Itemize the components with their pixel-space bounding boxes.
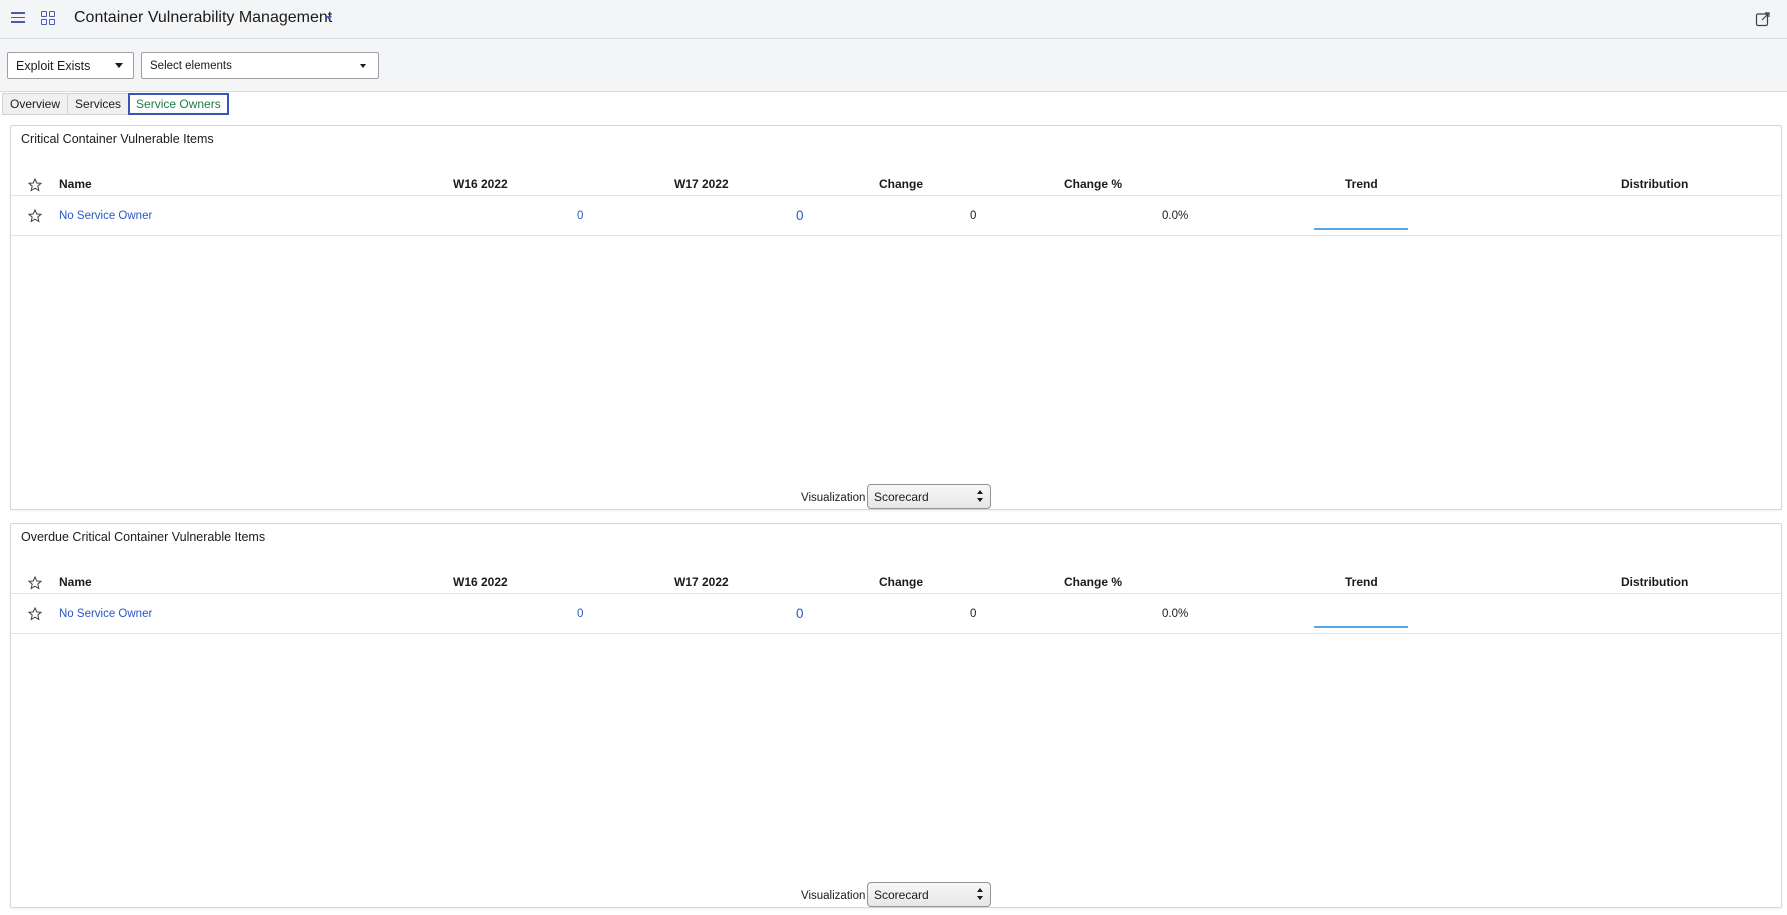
row-name-link[interactable]: No Service Owner bbox=[59, 210, 152, 222]
table-row: No Service Owner 0 0 0 0.0% bbox=[11, 198, 1781, 236]
tab-services[interactable]: Services bbox=[67, 93, 130, 115]
row-change-pct-value: 0.0% bbox=[1162, 210, 1189, 222]
visualization-value: Scorecard bbox=[874, 490, 929, 504]
trend-sparkline[interactable] bbox=[1314, 228, 1408, 230]
top-header: Container Vulnerability Management bbox=[0, 0, 1787, 39]
table-header: Name W16 2022 W17 2022 Change Change % T… bbox=[11, 174, 1781, 196]
column-header-change[interactable]: Change bbox=[879, 177, 923, 191]
menu-icon[interactable] bbox=[11, 12, 25, 26]
column-header-change-pct[interactable]: Change % bbox=[1064, 177, 1122, 191]
select-arrows-icon bbox=[977, 490, 983, 502]
row-name-link[interactable]: No Service Owner bbox=[59, 608, 152, 620]
panel-title: Overdue Critical Container Vulnerable It… bbox=[21, 530, 266, 544]
visualization-select[interactable]: Scorecard bbox=[867, 484, 991, 509]
table-header: Name W16 2022 W17 2022 Change Change % T… bbox=[11, 572, 1781, 594]
filter-bar: Exploit Exists Select elements bbox=[0, 39, 1787, 92]
visualization-label: Visualization bbox=[801, 492, 866, 504]
row-change-pct-value: 0.0% bbox=[1162, 608, 1189, 620]
column-header-w16[interactable]: W16 2022 bbox=[453, 177, 508, 191]
column-header-change[interactable]: Change bbox=[879, 575, 923, 589]
row-w17-value[interactable]: 0 bbox=[796, 208, 804, 223]
star-icon[interactable] bbox=[28, 209, 42, 223]
page-title: Container Vulnerability Management bbox=[74, 9, 333, 26]
export-icon[interactable] bbox=[1755, 11, 1771, 27]
row-w17-value[interactable]: 0 bbox=[796, 606, 804, 621]
table-row: No Service Owner 0 0 0 0.0% bbox=[11, 596, 1781, 634]
row-w16-value[interactable]: 0 bbox=[577, 608, 583, 620]
caret-down-icon bbox=[115, 63, 123, 68]
column-header-change-pct[interactable]: Change % bbox=[1064, 575, 1122, 589]
scorecard-panel-critical: Critical Container Vulnerable Items Name… bbox=[10, 125, 1782, 510]
star-icon[interactable] bbox=[28, 576, 42, 590]
select-arrows-icon bbox=[977, 888, 983, 900]
column-header-distribution: Distribution bbox=[1621, 177, 1689, 191]
elements-multiselect[interactable]: Select elements bbox=[141, 52, 379, 79]
column-header-name[interactable]: Name bbox=[59, 575, 92, 589]
column-header-w16[interactable]: W16 2022 bbox=[453, 575, 508, 589]
visualization-label: Visualization bbox=[801, 890, 866, 902]
column-header-distribution: Distribution bbox=[1621, 575, 1689, 589]
apps-grid-icon[interactable] bbox=[41, 11, 56, 26]
row-change-value: 0 bbox=[970, 608, 977, 620]
column-header-trend: Trend bbox=[1345, 575, 1378, 589]
panel-title: Critical Container Vulnerable Items bbox=[21, 132, 214, 146]
caret-down-icon bbox=[360, 64, 366, 68]
column-header-name[interactable]: Name bbox=[59, 177, 92, 191]
exploit-filter-select[interactable]: Exploit Exists bbox=[7, 52, 134, 79]
column-header-w17[interactable]: W17 2022 bbox=[674, 177, 729, 191]
column-header-w17[interactable]: W17 2022 bbox=[674, 575, 729, 589]
trend-sparkline[interactable] bbox=[1314, 626, 1408, 628]
tab-overview[interactable]: Overview bbox=[2, 93, 69, 115]
elements-placeholder: Select elements bbox=[150, 60, 232, 72]
exploit-filter-value: Exploit Exists bbox=[16, 59, 91, 73]
star-icon[interactable] bbox=[28, 607, 42, 621]
row-w16-value[interactable]: 0 bbox=[577, 210, 583, 222]
tab-bar: Overview Services Service Owners bbox=[2, 93, 229, 115]
column-header-trend: Trend bbox=[1345, 177, 1378, 191]
scorecard-panel-overdue: Overdue Critical Container Vulnerable It… bbox=[10, 523, 1782, 908]
visualization-select[interactable]: Scorecard bbox=[867, 882, 991, 907]
tab-service-owners[interactable]: Service Owners bbox=[128, 93, 229, 115]
row-change-value: 0 bbox=[970, 210, 977, 222]
visualization-value: Scorecard bbox=[874, 888, 929, 902]
star-icon[interactable] bbox=[28, 178, 42, 192]
chevron-down-icon[interactable] bbox=[326, 16, 332, 20]
